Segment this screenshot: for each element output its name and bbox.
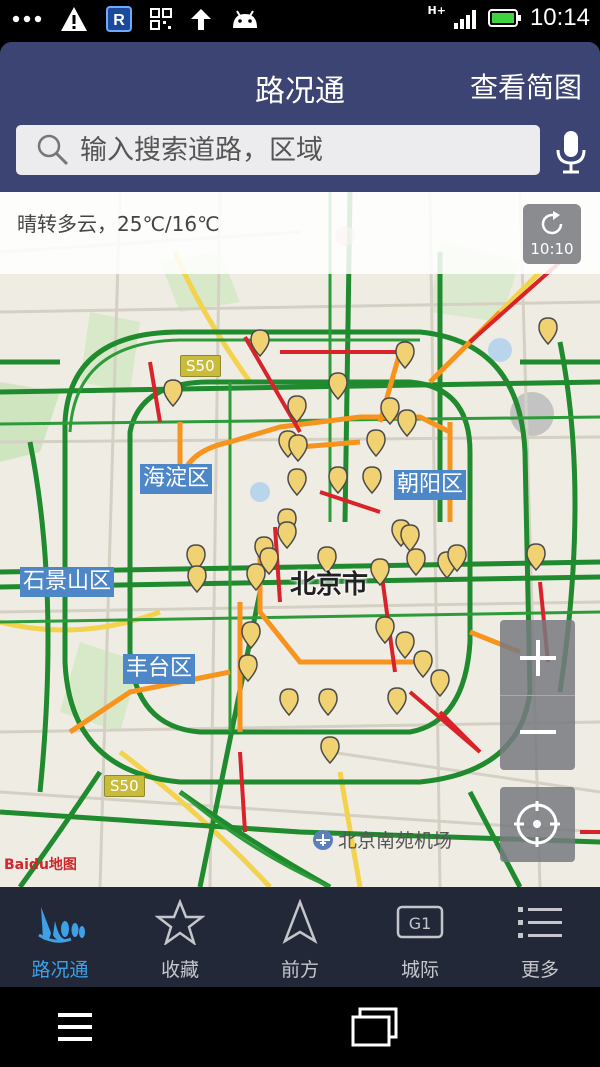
warning-icon	[61, 7, 87, 31]
network-type: H+	[427, 3, 446, 17]
tab-traffic[interactable]: 路况通	[0, 887, 120, 987]
upload-icon	[191, 9, 211, 30]
road-badge: S50	[104, 775, 145, 797]
clock: 10:14	[529, 4, 590, 31]
airport-label: 北京南苑机场	[312, 826, 452, 853]
airport-icon	[313, 829, 333, 850]
map-canvas[interactable]	[0, 192, 600, 887]
tab-label: 城际	[400, 959, 439, 981]
traffic-map[interactable]: 晴转多云，25℃/16℃ 10:10 海淀区 朝阳区 石景山区 丰台区 北京市 …	[0, 192, 600, 887]
tab-more[interactable]: 更多	[480, 887, 600, 987]
district-shijingshan[interactable]: 石景山区	[20, 567, 115, 597]
tab-ahead[interactable]: 前方	[240, 887, 360, 987]
recent-apps-icon[interactable]	[350, 1007, 400, 1047]
svg-text:R: R	[113, 12, 125, 29]
zoom-in-button[interactable]	[500, 620, 575, 695]
search-input[interactable]	[78, 133, 522, 167]
signal-icon	[453, 10, 476, 29]
district-haidian[interactable]: 海淀区	[140, 464, 213, 494]
city-label: 北京市	[290, 570, 369, 600]
list-icon	[518, 907, 562, 938]
traffic-icon	[38, 907, 85, 943]
tab-label: 路况通	[31, 959, 89, 981]
road-badge: S50	[180, 355, 221, 377]
simple-map-button[interactable]: 查看简图	[470, 66, 582, 106]
app-window: 路况通 查看简图 输入搜索道路，区域 晴转多云，25℃/16℃ 10:10 海淀…	[0, 42, 600, 987]
tab-favorites[interactable]: 收藏	[120, 887, 240, 987]
tab-intercity[interactable]: G1 城际	[360, 887, 480, 987]
refresh-icon	[541, 211, 563, 235]
battery-icon	[487, 9, 521, 27]
g1-highway-icon: G1	[396, 905, 444, 939]
menu-icon[interactable]	[56, 1011, 96, 1045]
header: 路况通 查看简图	[0, 42, 600, 192]
tab-label: 更多	[520, 959, 559, 981]
status-bar: R H+ 10:14	[0, 0, 600, 42]
more-icon	[12, 15, 42, 23]
system-nav-bar	[0, 987, 600, 1067]
refresh-time: 10:10	[530, 240, 574, 258]
r-app-icon: R	[106, 6, 132, 32]
zoom-out-button[interactable]	[500, 695, 575, 770]
svg-text:G1: G1	[409, 914, 432, 933]
locate-button[interactable]	[500, 787, 575, 862]
search-icon	[37, 134, 69, 166]
weather-text: 晴转多云，25℃/16℃	[17, 212, 220, 236]
weather-panel: 晴转多云，25℃/16℃ 10:10	[0, 192, 600, 274]
android-icon	[233, 10, 257, 28]
navigation-arrow-icon	[282, 899, 318, 944]
district-chaoyang[interactable]: 朝阳区	[394, 470, 467, 500]
microphone-icon[interactable]	[553, 130, 589, 174]
locate-icon	[514, 801, 560, 847]
bottom-tab-bar: 路况通 收藏 前方 G1 城际 更多	[0, 887, 600, 987]
tab-label: 前方	[280, 959, 319, 981]
airport-name: 北京南苑机场	[338, 830, 453, 852]
zoom-control	[500, 620, 575, 770]
qr-icon	[150, 8, 172, 30]
search-bar[interactable]	[16, 125, 540, 175]
district-fengtai[interactable]: 丰台区	[123, 654, 196, 684]
baidu-logo: Baidu地图	[4, 857, 77, 873]
star-icon	[155, 899, 205, 945]
tab-label: 收藏	[160, 959, 199, 981]
refresh-button[interactable]: 10:10	[523, 204, 581, 264]
